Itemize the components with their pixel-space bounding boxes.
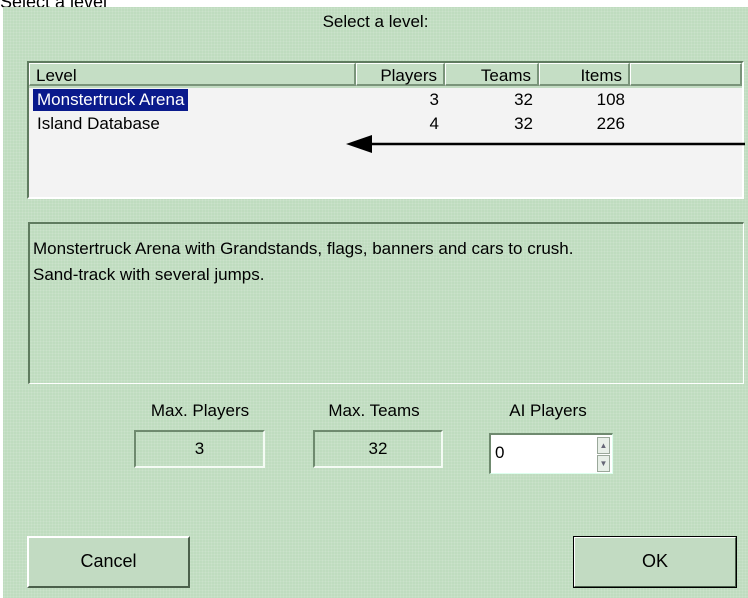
column-header-items[interactable]: Items [539,63,630,86]
spin-up-icon[interactable]: ▲ [597,437,610,454]
spin-down-icon[interactable]: ▼ [597,455,610,472]
description-line: Sand-track with several jumps. [33,265,265,284]
level-items: 108 [596,90,625,109]
list-item[interactable]: Island Database 4 32 226 [29,113,742,135]
column-header-teams[interactable]: Teams [445,63,539,86]
dialog-heading: Select a level: [322,12,429,31]
ai-players-spinbox[interactable]: 0 ▲ ▼ [489,433,613,474]
max-players-field: 3 [134,430,265,468]
column-header-players[interactable]: Players [356,63,445,86]
max-players-label: Max. Players [150,401,250,420]
level-teams: 32 [514,90,533,109]
column-header-level[interactable]: Level [29,63,356,86]
level-items: 226 [596,114,625,133]
cancel-button[interactable]: Cancel [27,536,190,588]
description-line: Monstertruck Arena with Grandstands, fla… [33,239,574,258]
level-teams: 32 [514,114,533,133]
level-select-dialog: Select a level: Level Players Teams Item… [3,7,748,598]
level-name: Island Database [37,114,160,133]
list-item[interactable]: Monstertruck Arena 3 32 108 [29,89,742,111]
max-teams-label: Max. Teams [328,401,420,420]
level-name: Monstertruck Arena [33,89,189,111]
ok-button[interactable]: OK [573,536,737,588]
level-players: 4 [429,114,439,133]
max-teams-field: 32 [313,430,443,468]
level-description: Monstertruck Arena with Grandstands, fla… [28,222,744,384]
ai-players-label: AI Players [509,401,587,420]
column-header-spacer [630,63,742,86]
list-header: Level Players Teams Items [29,63,742,88]
level-players: 3 [429,90,439,109]
ai-players-value[interactable]: 0 [495,443,504,463]
level-list[interactable]: Level Players Teams Items Monstertruck A… [27,61,744,199]
